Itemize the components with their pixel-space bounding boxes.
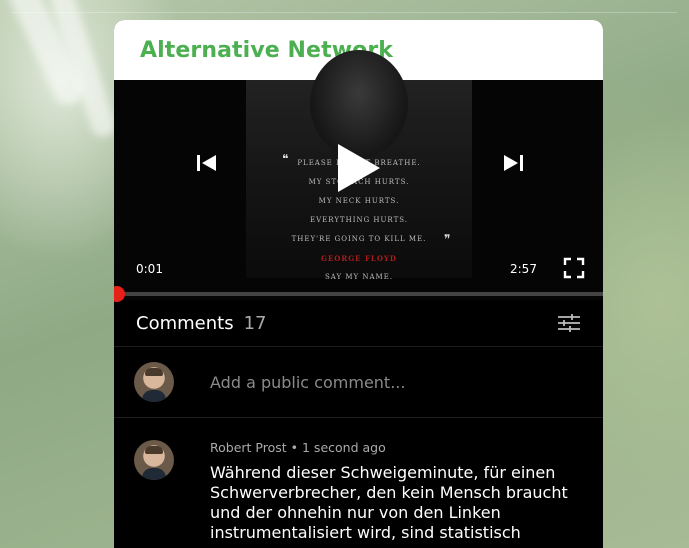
sort-icon[interactable] [556, 312, 582, 334]
meta-separator: • [290, 440, 299, 455]
add-comment-input[interactable] [210, 372, 550, 392]
add-comment-row [114, 347, 603, 418]
comments-header: Comments 17 [114, 300, 603, 347]
poster-line: GEORGE FLOYD [320, 254, 398, 263]
video-card: Alternative Network ❝ PLEASE I CAN'T BRE… [114, 20, 603, 548]
fullscreen-icon[interactable] [562, 256, 586, 280]
comment-meta: Robert Prost • 1 second ago [210, 440, 583, 455]
progress-bar[interactable] [114, 292, 603, 296]
skip-next-icon[interactable] [498, 148, 528, 178]
comment-author[interactable]: Robert Prost [210, 440, 287, 455]
play-icon[interactable] [326, 138, 386, 198]
duration: 2:57 [510, 262, 537, 276]
poster-line: SAY MY NAME. [324, 273, 394, 281]
avatar[interactable] [134, 440, 174, 480]
poster-line: THEY'RE GOING TO KILL ME. [291, 235, 427, 243]
current-time: 0:01 [136, 262, 163, 276]
video-player[interactable]: ❝ PLEASE I CAN'T BREATHE. MY STOMACH HUR… [114, 50, 603, 302]
comment-text: Während dieser Schweigeminute, für einen… [210, 463, 568, 542]
comment-item: Robert Prost • 1 second ago Während dies… [114, 418, 603, 543]
comments-count: 17 [243, 312, 267, 334]
poster-line: EVERYTHING HURTS. [309, 216, 409, 224]
skip-previous-icon[interactable] [192, 148, 222, 178]
avatar [134, 362, 174, 402]
comments-title: Comments [136, 312, 234, 334]
comment-time: 1 second ago [302, 440, 386, 455]
